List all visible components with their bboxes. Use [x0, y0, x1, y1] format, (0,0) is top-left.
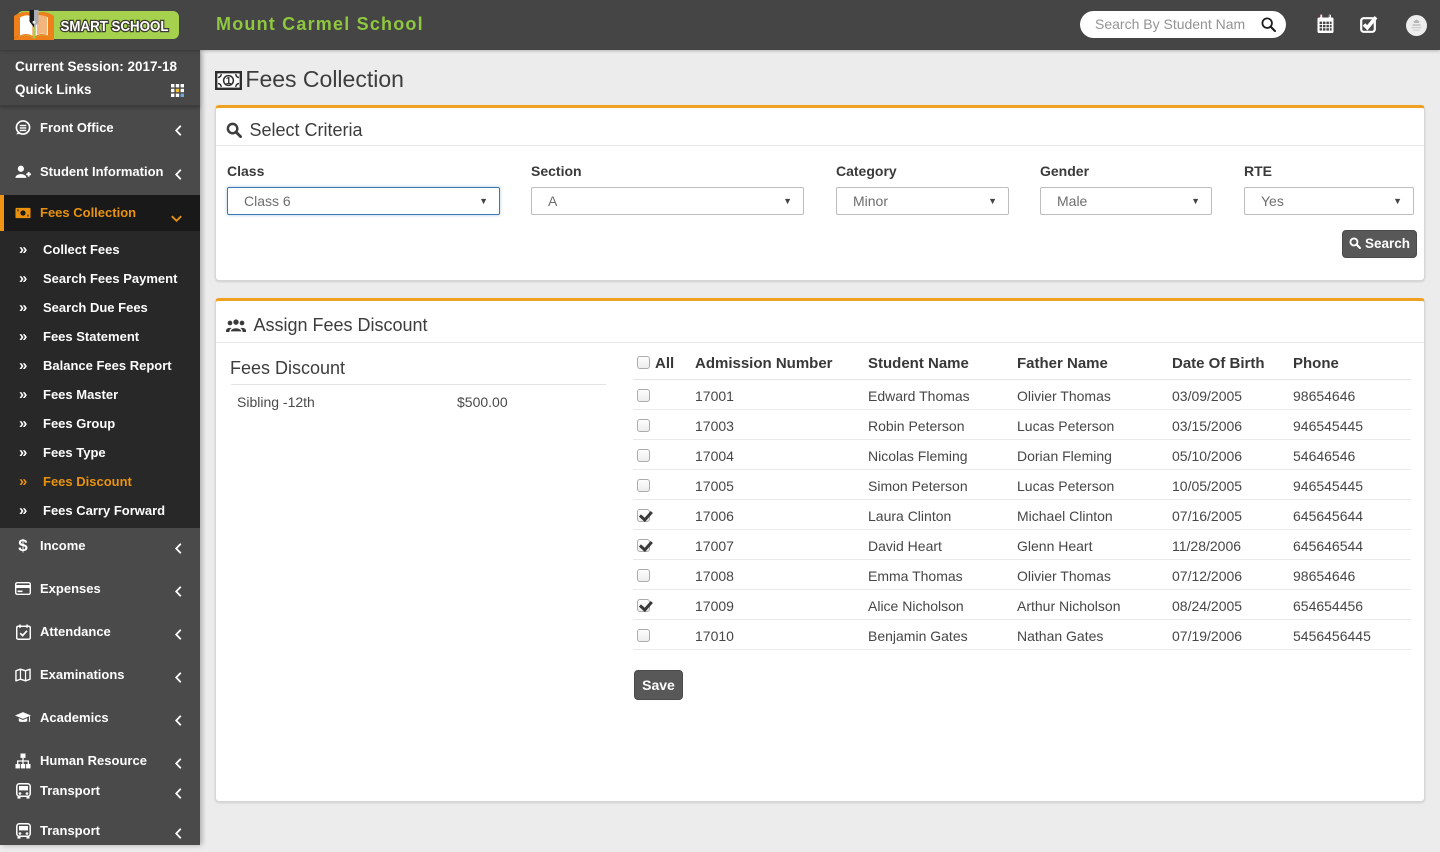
svg-text:1: 1: [226, 76, 232, 87]
svg-text:SMART SCHOOL: SMART SCHOOL: [61, 18, 169, 35]
